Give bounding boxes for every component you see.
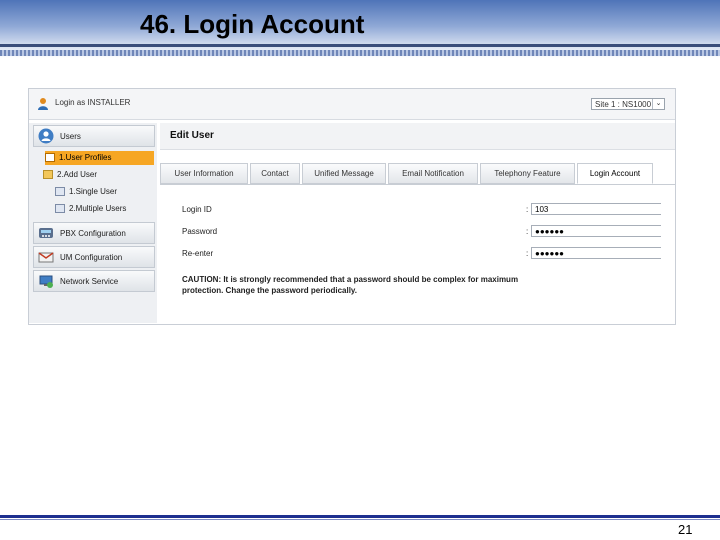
slide-title: 46. Login Account: [140, 9, 365, 39]
tab-unified-message[interactable]: Unified Message: [302, 163, 386, 184]
site-select-value: Site 1 : NS1000: [595, 100, 652, 109]
tab-login-account[interactable]: Login Account: [577, 163, 653, 184]
user-icon: [38, 98, 48, 110]
sidebar-item-multiple-users[interactable]: 2.Multiple Users: [55, 202, 126, 216]
caution-text: CAUTION: It is strongly recommended that…: [182, 275, 519, 295]
sidebar-section-pbx[interactable]: PBX Configuration: [33, 222, 155, 244]
login-account-panel: Login ID : 103 Password : ●●●●●● Re-ente…: [160, 184, 675, 323]
password-field[interactable]: ●●●●●●: [531, 225, 661, 237]
reenter-label: Re-enter: [182, 249, 214, 258]
sidebar-section-label: Users: [60, 132, 81, 141]
sidebar-item-label: 2.Add User: [57, 170, 98, 179]
header-pattern: [0, 50, 720, 56]
sidebar-section-label: UM Configuration: [60, 253, 123, 262]
tab-contact[interactable]: Contact: [250, 163, 300, 184]
page-title-bar: Edit User: [160, 123, 675, 150]
reenter-colon: :: [526, 249, 529, 258]
tab-email-notification[interactable]: Email Notification: [388, 163, 478, 184]
sidebar-item-single-user[interactable]: 1.Single User: [55, 185, 117, 199]
folder-icon: [43, 170, 53, 180]
document-icon: [55, 204, 65, 214]
footer-rule-thin: [0, 519, 720, 520]
sidebar-section-label: PBX Configuration: [60, 229, 126, 238]
user-profile-icon: [45, 153, 55, 163]
sidebar-section-network[interactable]: Network Service: [33, 270, 155, 292]
header-rule: [0, 44, 720, 47]
app-window: Login as INSTALLER Site 1 : NS1000 ⌄ Use…: [28, 88, 676, 325]
sidebar-section-label: Network Service: [60, 277, 119, 286]
chevron-down-icon[interactable]: ⌄: [652, 99, 664, 109]
site-select[interactable]: Site 1 : NS1000 ⌄: [591, 98, 665, 110]
slide-header: 46. Login Account: [0, 0, 720, 58]
password-label: Password: [182, 227, 218, 236]
page-number: 21: [678, 522, 693, 537]
mail-icon: [38, 252, 54, 263]
password-colon: :: [526, 227, 529, 236]
sidebar-section-um[interactable]: UM Configuration: [33, 246, 155, 268]
reenter-password-field[interactable]: ●●●●●●: [531, 247, 661, 259]
users-icon: [38, 128, 54, 144]
tab-bar: User Information Contact Unified Message…: [160, 163, 675, 185]
sidebar-item-label: 1.User Profiles: [59, 153, 112, 162]
login-id-label: Login ID: [182, 205, 212, 214]
tab-telephony-feature[interactable]: Telephony Feature: [480, 163, 575, 184]
top-bar: Login as INSTALLER Site 1 : NS1000 ⌄: [29, 89, 675, 120]
pbx-icon: [39, 228, 53, 238]
footer-rule: [0, 515, 720, 518]
document-icon: [55, 187, 65, 197]
sidebar-item-label: 2.Multiple Users: [69, 204, 127, 213]
login-id-field[interactable]: 103: [531, 203, 661, 215]
sidebar-item-add-user[interactable]: 2.Add User: [43, 168, 97, 182]
tab-user-information[interactable]: User Information: [160, 163, 248, 184]
login-id-colon: :: [526, 205, 529, 214]
network-icon: [39, 275, 53, 288]
sidebar-item-user-profiles[interactable]: 1.User Profiles: [45, 151, 154, 165]
sidebar-item-label: 1.Single User: [69, 187, 118, 196]
sidebar: Users 1.User Profiles 2.Add User 1.Singl…: [29, 123, 157, 323]
login-as-label: Login as INSTALLER: [55, 98, 131, 107]
page-title: Edit User: [170, 130, 214, 141]
sidebar-section-users[interactable]: Users: [33, 125, 155, 147]
